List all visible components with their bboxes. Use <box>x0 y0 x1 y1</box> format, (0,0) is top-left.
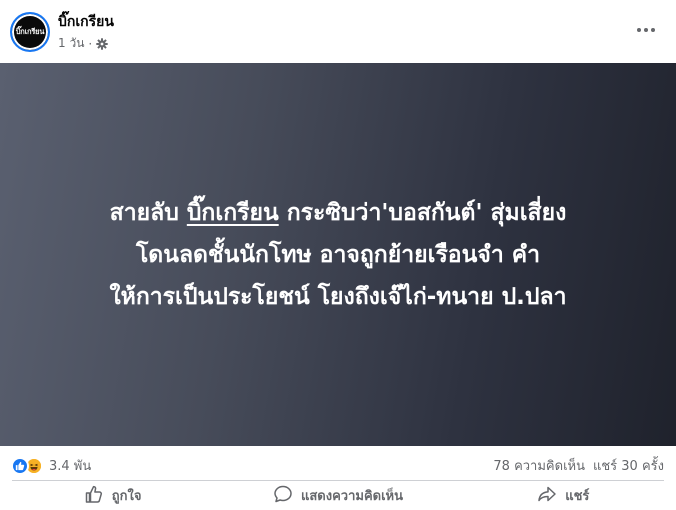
comment-bubble-icon <box>273 484 293 508</box>
avatar-label: บิ๊กเกรียน <box>15 27 45 36</box>
post-header: บิ๊กเกรียน บิ๊กเกรียน 1 วัน · <box>0 0 676 63</box>
headline-underlined-name: บิ๊กเกรียน <box>186 199 279 226</box>
reaction-count: 3.4 พัน <box>49 459 92 474</box>
share-button[interactable]: แชร์ <box>451 481 676 510</box>
like-button[interactable]: ถูกใจ <box>0 481 225 510</box>
post-meta: 1 วัน · <box>58 34 108 53</box>
post-actions: ถูกใจ แสดงความคิดเห็น แชร์ <box>0 481 676 510</box>
share-arrow-icon <box>537 484 557 508</box>
comment-button[interactable]: แสดงความคิดเห็น <box>225 481 450 510</box>
share-label: แชร์ <box>565 489 590 504</box>
headline-line-1: สายลับ บิ๊กเกรียน กระซิบว่า'บอสกันต์' สุ… <box>18 192 658 234</box>
engagement-counts: 78 ความคิดเห็น แชร์ 30 ครั้ง <box>493 455 664 476</box>
reactions-summary[interactable]: 3.4 พัน <box>11 455 91 476</box>
headline-line-1-start: สายลับ <box>109 199 187 226</box>
post-image[interactable]: สายลับ บิ๊กเกรียน กระซิบว่า'บอสกันต์' สุ… <box>0 63 676 446</box>
like-reaction-icon <box>11 456 29 475</box>
headline-line-1-end: กระซิบว่า'บอสกันต์' สุ่มเสี่ยง <box>278 199 567 226</box>
like-label: ถูกใจ <box>111 489 142 504</box>
more-horizontal-icon <box>637 28 641 32</box>
thumbs-up-icon <box>84 484 104 508</box>
more-horizontal-icon <box>651 28 655 32</box>
gear-icon[interactable] <box>96 37 108 50</box>
avatar[interactable]: บิ๊กเกรียน <box>10 12 50 52</box>
more-options-button[interactable] <box>628 16 664 44</box>
post-card: บิ๊กเกรียน บิ๊กเกรียน 1 วัน · สายลับ บิ๊… <box>0 0 676 510</box>
headline-line-3: ให้การเป็นประโยชน์ โยงถึงเจ๊ไก่-ทนาย ป.ป… <box>109 283 567 310</box>
headline-line-2: โดนลดชั้นนักโทษ อาจถูกย้ายเรือนจำ คำ <box>135 241 541 268</box>
headline-text: สายลับ บิ๊กเกรียน กระซิบว่า'บอสกันต์' สุ… <box>18 192 658 318</box>
share-count[interactable]: แชร์ 30 ครั้ง <box>593 455 664 476</box>
meta-separator: · <box>88 36 93 51</box>
post-stats: 3.4 พัน 78 ความคิดเห็น แชร์ 30 ครั้ง <box>0 446 676 482</box>
more-horizontal-icon <box>644 28 648 32</box>
comment-label: แสดงความคิดเห็น <box>300 489 403 504</box>
author-name[interactable]: บิ๊กเกรียน <box>58 11 114 33</box>
post-time[interactable]: 1 วัน <box>58 34 84 53</box>
comment-count[interactable]: 78 ความคิดเห็น <box>493 455 585 476</box>
